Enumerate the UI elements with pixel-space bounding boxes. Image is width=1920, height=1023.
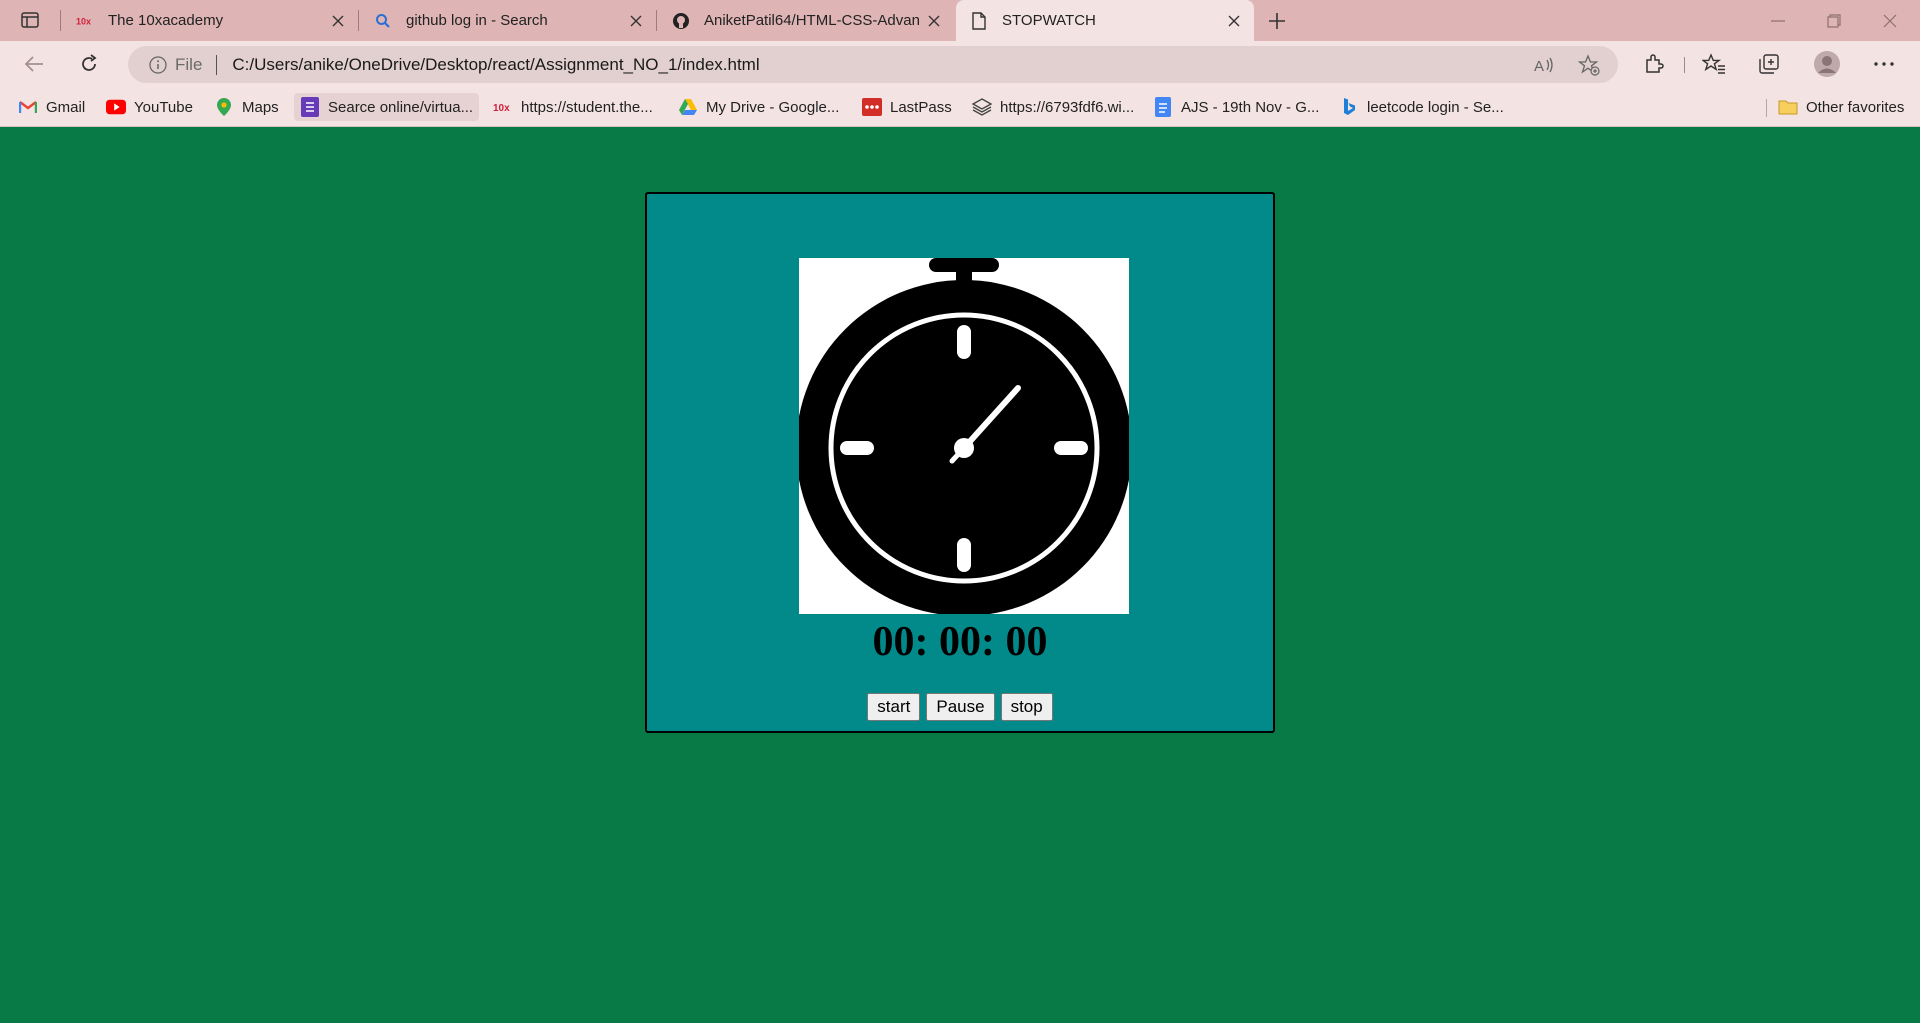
- read-aloud-icon[interactable]: A: [1530, 50, 1560, 80]
- bookmarks-bar: Gmail YouTube Maps Searce online/virtua.…: [0, 87, 1920, 127]
- restore-button[interactable]: [1806, 0, 1862, 41]
- tab-10xacademy[interactable]: 10x The 10xacademy: [62, 0, 358, 41]
- back-button[interactable]: [16, 46, 52, 82]
- bookmark-label: https://student.the...: [521, 98, 653, 116]
- url-text[interactable]: C:/Users/anike/OneDrive/Desktop/react/As…: [232, 55, 759, 75]
- stopwatch-container: 00: 00: 00 start Pause stop: [645, 192, 1275, 733]
- bookmark-label: https://6793fdf6.wi...: [1000, 98, 1135, 116]
- browser-toolbar: File C:/Users/anike/OneDrive/Desktop/rea…: [0, 41, 1920, 87]
- stopwatch-icon: [799, 258, 1129, 614]
- bookmark-leetcode[interactable]: leetcode login - Se...: [1333, 93, 1510, 121]
- bookmarks-separator: [1766, 99, 1767, 117]
- tab-stopwatch[interactable]: STOPWATCH: [956, 0, 1254, 41]
- bookmark-label: AJS - 19th Nov - G...: [1181, 98, 1320, 116]
- toolbar-separator: [1684, 57, 1685, 73]
- youtube-icon: [106, 97, 126, 117]
- gmail-icon: [18, 97, 38, 117]
- time-display: 00: 00: 00: [872, 619, 1048, 665]
- layers-icon: [972, 97, 992, 117]
- bookmark-label: My Drive - Google...: [706, 98, 840, 116]
- extensions-icon[interactable]: [1636, 46, 1672, 82]
- close-icon[interactable]: [920, 7, 948, 35]
- bookmark-label: Searce online/virtua...: [328, 98, 474, 116]
- folder-icon: [1778, 97, 1798, 117]
- bookmark-student[interactable]: 10x https://student.the...: [487, 93, 659, 121]
- stop-button[interactable]: stop: [1000, 693, 1053, 721]
- bookmark-lastpass[interactable]: LastPass: [856, 93, 958, 121]
- page-icon: [970, 11, 988, 30]
- tab-github-search[interactable]: github log in - Search: [360, 0, 656, 41]
- bookmark-gmail[interactable]: Gmail: [12, 93, 91, 121]
- favorites-icon[interactable]: [1696, 46, 1732, 82]
- tab-strip: 10x The 10xacademy github log in - Searc…: [0, 0, 1920, 41]
- tab-title: STOPWATCH: [1002, 12, 1096, 29]
- bookmark-maps[interactable]: Maps: [208, 93, 285, 121]
- svg-text:10x: 10x: [493, 103, 510, 113]
- 10x-logo-icon: 10x: [76, 12, 94, 30]
- start-button[interactable]: start: [867, 693, 921, 721]
- search-icon: [374, 12, 392, 30]
- tab-title: The 10xacademy: [108, 12, 224, 29]
- tab-separator: [60, 10, 61, 31]
- bookmark-label: YouTube: [134, 98, 193, 116]
- other-favorites-label: Other favorites: [1806, 98, 1905, 116]
- collections-icon[interactable]: [1751, 46, 1787, 82]
- tab-title: github log in - Search: [406, 12, 548, 29]
- lastpass-icon: [862, 97, 882, 117]
- close-window-button[interactable]: [1862, 0, 1918, 41]
- bookmark-label: Gmail: [46, 98, 86, 116]
- tab-github-repo[interactable]: AniketPatil64/HTML-CSS-Advanc: [658, 0, 954, 41]
- bing-icon: [1339, 97, 1359, 117]
- address-divider: [216, 54, 218, 75]
- add-favorite-icon[interactable]: [1574, 50, 1604, 80]
- drive-icon: [678, 97, 698, 117]
- bookmark-label: leetcode login - Se...: [1367, 98, 1504, 116]
- controls: start Pause stop: [647, 693, 1273, 721]
- bookmark-drive[interactable]: My Drive - Google...: [672, 93, 845, 121]
- bookmark-searce[interactable]: Searce online/virtua...: [294, 93, 480, 121]
- close-icon[interactable]: [324, 7, 352, 35]
- more-menu-icon[interactable]: [1866, 46, 1902, 82]
- profile-avatar-icon[interactable]: [1809, 46, 1845, 82]
- bookmark-ajs[interactable]: AJS - 19th Nov - G...: [1147, 93, 1325, 121]
- svg-text:10x: 10x: [76, 16, 91, 26]
- svg-text:A: A: [1534, 58, 1544, 74]
- info-icon[interactable]: [148, 55, 168, 75]
- tab-separator: [358, 10, 359, 31]
- other-favorites[interactable]: Other favorites: [1772, 93, 1910, 121]
- tab-actions-icon[interactable]: [14, 8, 46, 32]
- minimize-button[interactable]: [1750, 0, 1806, 41]
- tab-separator: [656, 10, 657, 31]
- tab-title: AniketPatil64/HTML-CSS-Advanc: [704, 12, 920, 29]
- maps-icon: [214, 97, 234, 117]
- close-icon[interactable]: [1220, 7, 1248, 35]
- new-tab-button[interactable]: [1262, 6, 1292, 36]
- refresh-button[interactable]: [71, 46, 107, 82]
- close-icon[interactable]: [622, 7, 650, 35]
- docs-icon: [1153, 97, 1173, 117]
- pause-button[interactable]: Pause: [926, 693, 995, 721]
- 10x-logo-icon: 10x: [493, 97, 513, 117]
- github-icon: [672, 12, 690, 30]
- bookmark-label: LastPass: [890, 98, 952, 116]
- bookmark-6793fdf6[interactable]: https://6793fdf6.wi...: [966, 93, 1140, 121]
- stopwatch-image: [799, 258, 1129, 614]
- url-scheme: File: [175, 54, 203, 74]
- bookmark-label: Maps: [242, 98, 279, 116]
- bookmark-youtube[interactable]: YouTube: [100, 93, 199, 121]
- address-bar[interactable]: File C:/Users/anike/OneDrive/Desktop/rea…: [128, 46, 1618, 83]
- forms-icon: [300, 97, 320, 117]
